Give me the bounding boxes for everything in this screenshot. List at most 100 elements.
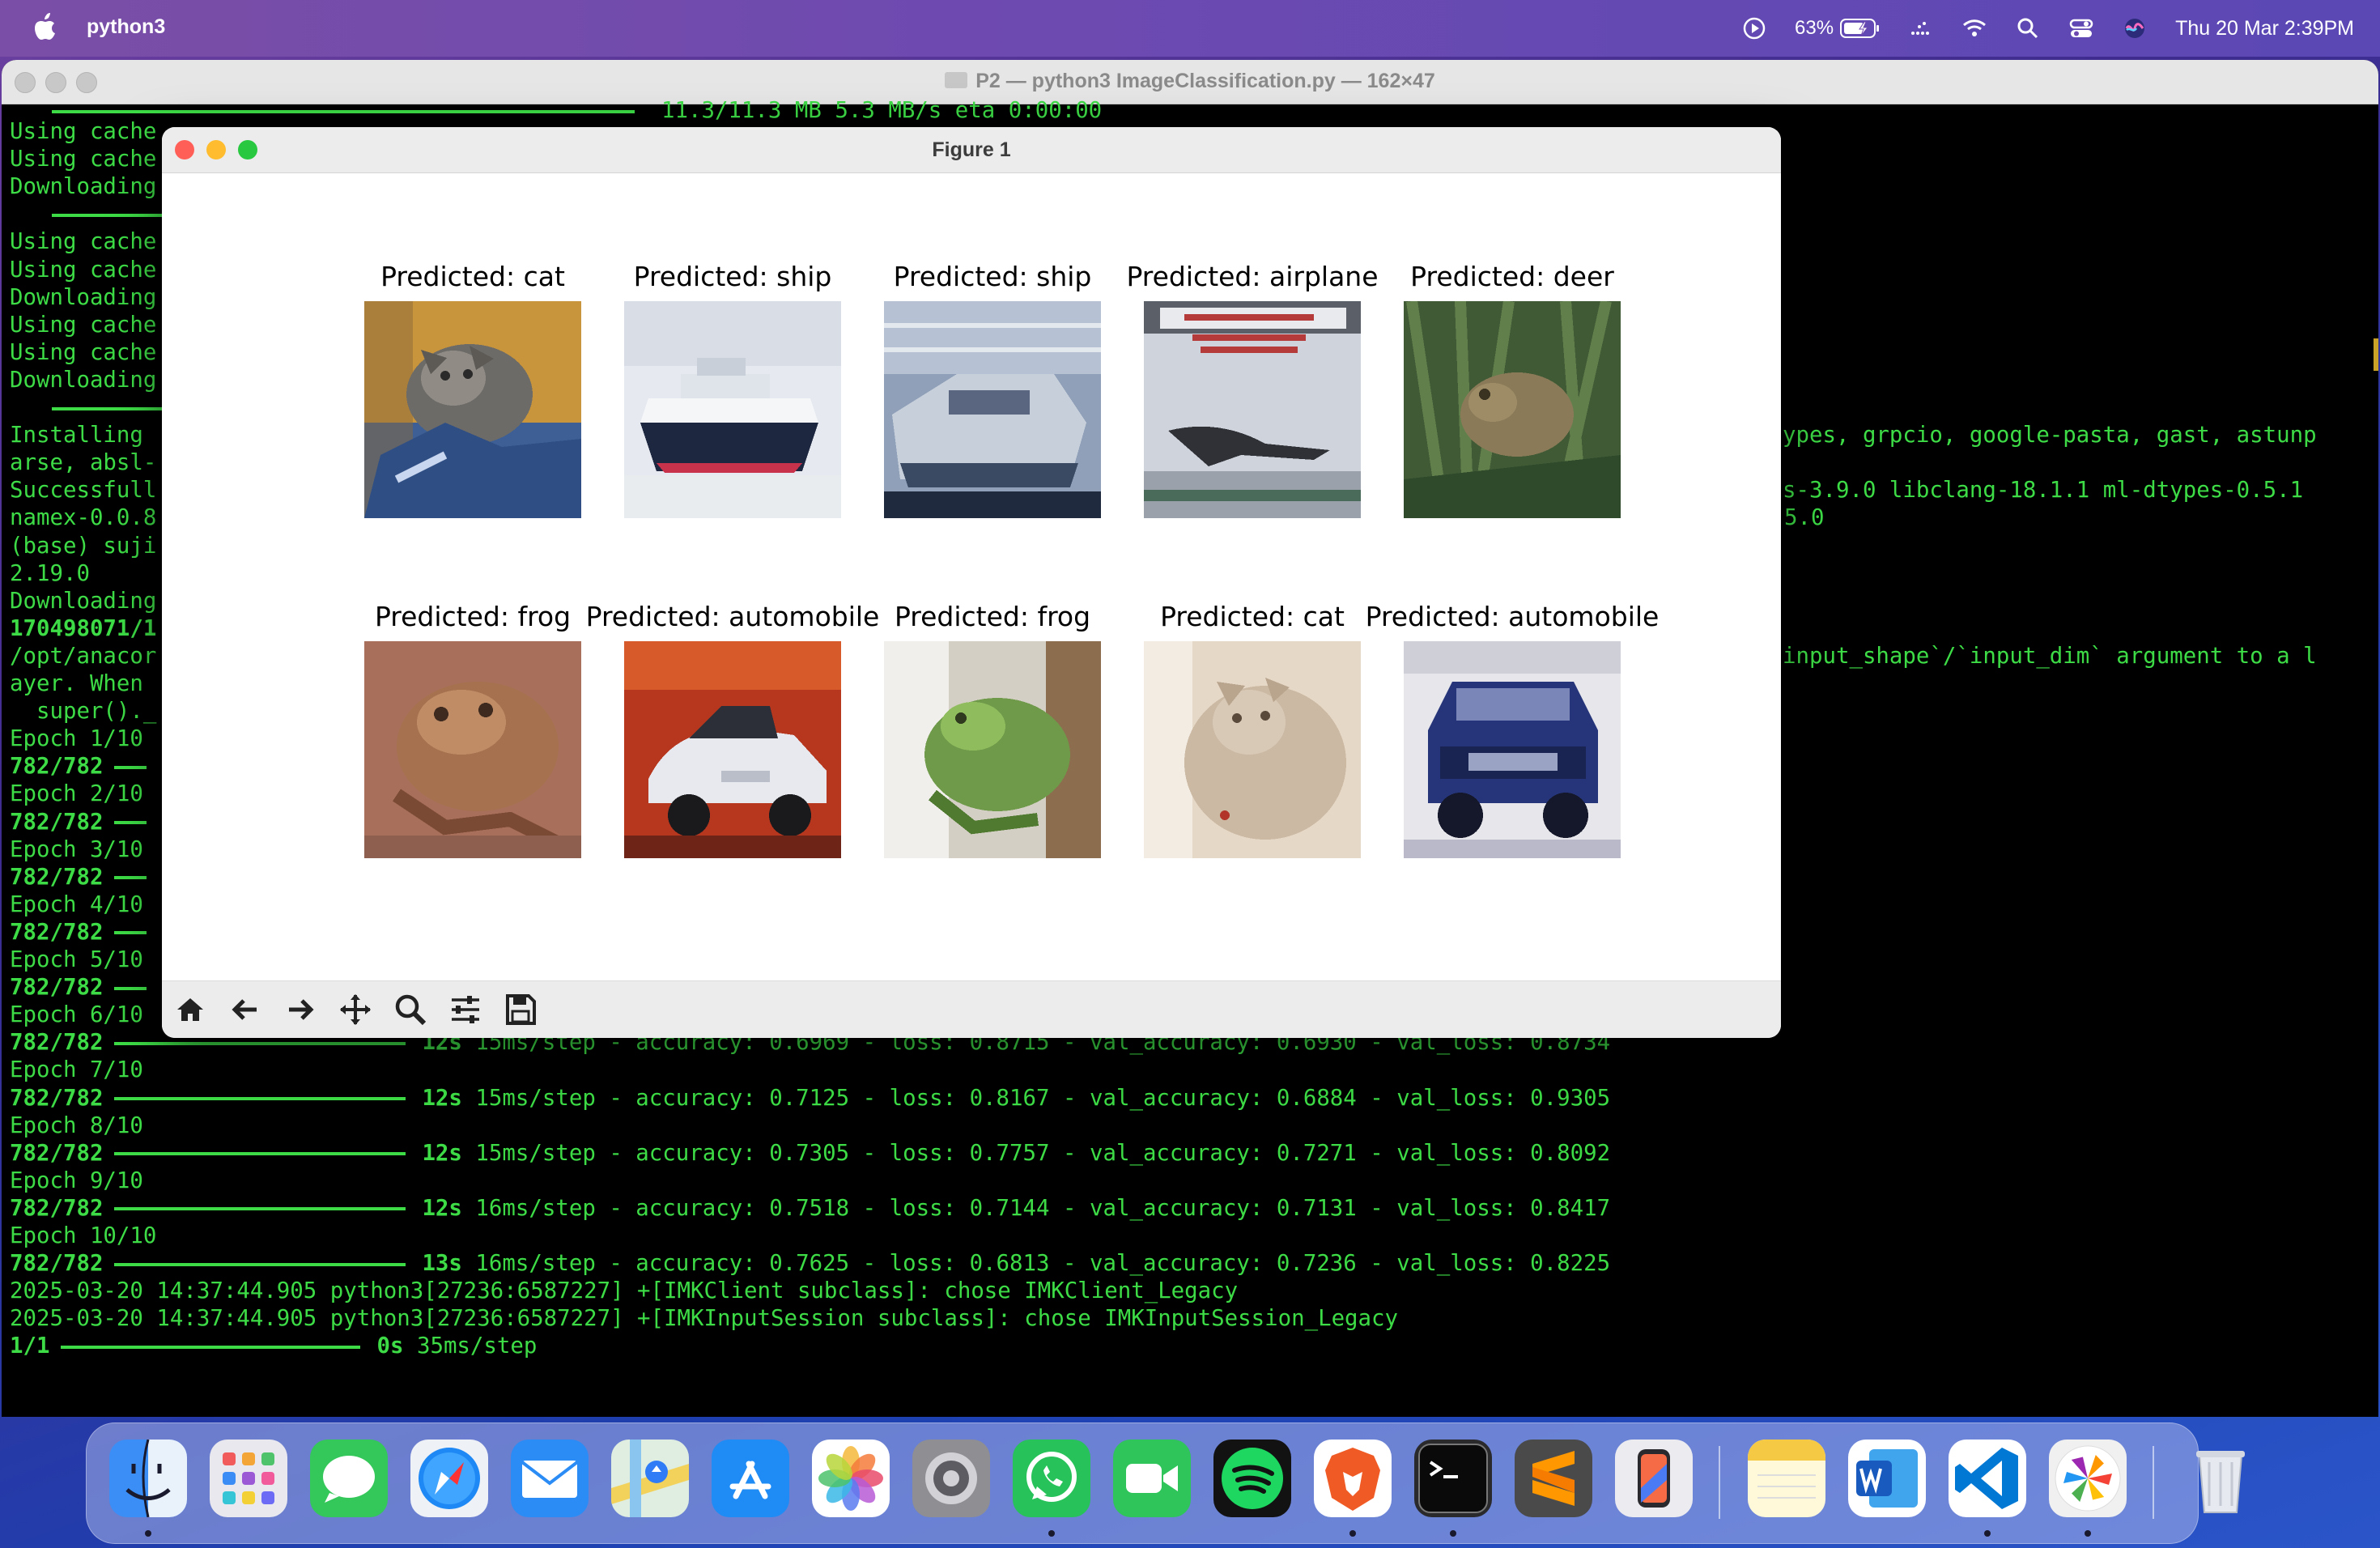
epoch-label: Epoch 8/10 bbox=[10, 1112, 143, 1138]
epoch-progress-line: 782/782 12s 16ms/step - accuracy: 0.7518 … bbox=[10, 1195, 1610, 1223]
terminal-line: Epoch 3/10 bbox=[10, 836, 143, 862]
progress-bar bbox=[114, 1262, 406, 1266]
step-count: 782/782 bbox=[10, 975, 104, 1001]
configure-subplots-icon bbox=[452, 996, 479, 1023]
terminal-line: 782/782 bbox=[10, 809, 147, 836]
zoom-button[interactable] bbox=[389, 989, 432, 1030]
terminal-line-right: ypes, grpcio, google-pasta, gast, astunp bbox=[1783, 423, 2317, 449]
dock-sublime-text[interactable] bbox=[1515, 1440, 1592, 1517]
progress-bar bbox=[114, 986, 147, 990]
prediction-image bbox=[1144, 641, 1361, 858]
iphone-mirroring-icon bbox=[1615, 1440, 1693, 1517]
dock-brave[interactable] bbox=[1314, 1440, 1392, 1517]
epoch-time: 12s bbox=[422, 1140, 462, 1166]
dotted-activity-icon[interactable] bbox=[1908, 15, 1934, 41]
battery-status[interactable]: 63% bbox=[1795, 17, 1881, 40]
battery-icon bbox=[1840, 19, 1880, 38]
maps-icon bbox=[611, 1440, 689, 1517]
dock-safari[interactable] bbox=[410, 1440, 488, 1517]
prediction-image bbox=[364, 641, 581, 858]
frog-green-image bbox=[884, 641, 1101, 858]
terminal-line: 2.19.0 bbox=[10, 560, 90, 586]
figure-title: Figure 1 bbox=[932, 138, 1011, 161]
dock-maps[interactable] bbox=[611, 1440, 689, 1517]
launchpad-icon bbox=[210, 1440, 287, 1517]
siri-icon[interactable] bbox=[2122, 15, 2148, 41]
terminal-line: Using cache bbox=[10, 119, 157, 144]
dock-system-settings[interactable] bbox=[912, 1440, 990, 1517]
prediction-image bbox=[884, 301, 1101, 518]
progress-bar bbox=[114, 1097, 406, 1100]
step-count: 782/782 bbox=[10, 1251, 104, 1277]
dock-notes[interactable] bbox=[1748, 1440, 1825, 1517]
pinwheel-icon bbox=[2049, 1440, 2127, 1517]
dock-trash[interactable] bbox=[2182, 1440, 2259, 1517]
progress-bar bbox=[114, 876, 147, 880]
progress-bar-line bbox=[52, 394, 165, 422]
terminal-line: Using cache bbox=[10, 257, 157, 283]
sublime-text-icon bbox=[1515, 1440, 1592, 1517]
dock-separator bbox=[1719, 1446, 1720, 1519]
forward-button[interactable] bbox=[278, 989, 322, 1030]
terminal-line: namex-0.0.8 bbox=[10, 505, 157, 531]
zoom-icon bbox=[395, 994, 427, 1026]
dock-finder[interactable] bbox=[109, 1440, 187, 1517]
step-count: 782/782 bbox=[10, 864, 104, 890]
dock-launchpad[interactable] bbox=[210, 1440, 287, 1517]
dock-messages[interactable] bbox=[310, 1440, 388, 1517]
terminal-icon bbox=[1414, 1440, 1492, 1517]
dock-facetime[interactable] bbox=[1113, 1440, 1191, 1517]
dock-vs-code[interactable] bbox=[1949, 1440, 2026, 1517]
running-indicator bbox=[1349, 1530, 1356, 1537]
dock-spotify[interactable] bbox=[1213, 1440, 1291, 1517]
matplotlib-toolbar bbox=[162, 980, 1781, 1038]
car-blue-image bbox=[1404, 641, 1621, 858]
step-count: 782/782 bbox=[10, 919, 104, 945]
terminal-line: Using cache bbox=[10, 312, 157, 338]
dock-mail[interactable] bbox=[511, 1440, 589, 1517]
play-circle-icon[interactable] bbox=[1741, 15, 1767, 41]
terminal-line: Epoch 2/10 bbox=[10, 781, 143, 807]
progress-text: 11.3/11.3 MB 5.3 MB/s eta 0:00:00 bbox=[661, 98, 1103, 123]
pan-button[interactable] bbox=[334, 989, 377, 1030]
dock-photos[interactable] bbox=[812, 1440, 890, 1517]
progress-bar bbox=[114, 1041, 406, 1045]
step-count: 1/1 bbox=[10, 1333, 50, 1359]
word-icon bbox=[1848, 1440, 1926, 1517]
epoch-label: Epoch 7/10 bbox=[10, 1057, 143, 1083]
home-button[interactable] bbox=[168, 989, 212, 1030]
dock-whatsapp[interactable] bbox=[1013, 1440, 1090, 1517]
dock-pinwheel[interactable] bbox=[2049, 1440, 2127, 1517]
epoch-metrics: 16ms/step - accuracy: 0.7625 - loss: 0.6… bbox=[461, 1251, 1611, 1277]
dock-terminal[interactable] bbox=[1414, 1440, 1492, 1517]
active-app-name[interactable]: python3 bbox=[87, 15, 165, 39]
wifi-icon[interactable] bbox=[1961, 15, 1987, 41]
ship-grey-image bbox=[884, 301, 1101, 518]
save-figure-button[interactable] bbox=[499, 989, 542, 1030]
epoch-metrics: 15ms/step - accuracy: 0.7125 - loss: 0.8… bbox=[461, 1085, 1611, 1111]
dock-app-store[interactable] bbox=[712, 1440, 789, 1517]
terminal-line: (base) suji bbox=[10, 533, 157, 559]
dock-word[interactable] bbox=[1848, 1440, 1926, 1517]
progress-bar bbox=[114, 931, 147, 935]
configure-subplots-button[interactable] bbox=[444, 989, 487, 1030]
terminal-line: super()._ bbox=[10, 699, 157, 725]
edge-marker bbox=[2374, 338, 2378, 371]
step-count: 782/782 bbox=[10, 754, 104, 780]
back-button[interactable] bbox=[223, 989, 267, 1030]
control-center-icon[interactable] bbox=[2068, 15, 2094, 41]
step-count: 782/782 bbox=[10, 1140, 104, 1166]
messages-icon bbox=[310, 1440, 388, 1517]
photos-icon bbox=[812, 1440, 890, 1517]
apple-logo-icon[interactable] bbox=[32, 11, 60, 44]
dock-iphone-mirroring[interactable] bbox=[1615, 1440, 1693, 1517]
search-icon[interactable] bbox=[2015, 15, 2041, 41]
terminal-line-right: 5.0 bbox=[1784, 505, 1825, 531]
progress-bar-line bbox=[52, 201, 165, 228]
progress-bar bbox=[52, 406, 165, 410]
epoch-progress-line: 782/782 12s 15ms/step - accuracy: 0.7125 … bbox=[10, 1085, 1610, 1112]
terminal-line: Using cache bbox=[10, 339, 157, 365]
menu-clock[interactable]: Thu 20 Mar 2:39PM bbox=[2175, 17, 2354, 40]
car-white-image bbox=[624, 641, 841, 858]
terminal-line: 170498071/1 bbox=[10, 615, 157, 641]
